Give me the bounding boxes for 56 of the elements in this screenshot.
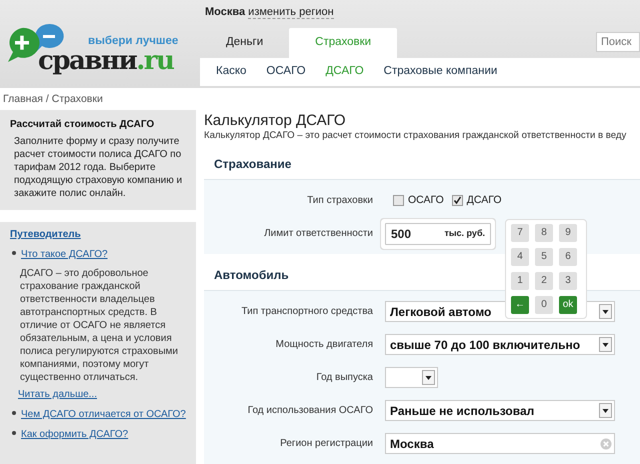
- digit-key[interactable]: 8: [535, 224, 553, 242]
- bullet-icon: [12, 411, 16, 416]
- checkbox[interactable]: [452, 195, 463, 206]
- digit-key[interactable]: 7: [511, 224, 529, 242]
- subnav-link[interactable]: ОСАГО: [256, 63, 316, 81]
- field-label: Тип страховки: [306, 194, 374, 208]
- ok-key[interactable]: ok: [559, 296, 577, 314]
- page-subtitle: Калькулятор ДСАГО – это расчет стоимости страхования гражданской ответственности в веду: [204, 129, 628, 143]
- logo-text[interactable]: сравни.ru: [38, 50, 174, 72]
- digit-key[interactable]: 0: [535, 296, 553, 314]
- select-field[interactable]: [385, 367, 438, 388]
- bullet-icon: [12, 431, 16, 436]
- region-city: Москва: [205, 6, 246, 18]
- digit-key[interactable]: 5: [535, 248, 553, 266]
- field-label: Год использования ОСАГО: [246, 404, 374, 418]
- promo-text: Заполните форму и сразу получите расчет стоимости полиса ДСАГО по тарифам 2012 года. Выберите подходящую страховую компанию и закажите полис онлайн.: [13, 135, 184, 200]
- field-label: Год выпуска: [315, 371, 374, 386]
- digit-key[interactable]: 3: [559, 272, 577, 290]
- subnav-link[interactable]: Страховые компании: [374, 63, 508, 81]
- field-label: Тип транспортного средства: [240, 305, 374, 320]
- field-label: Регион регистрации: [279, 437, 374, 452]
- guide-text: ДСАГО – это добровольное страхование гражданской ответственности владельцев автотранспортных средств. В отличие от ОСАГО не является обязательным, а цена и условия полиса регулируются страховыми компаниями, поэтому могут существенно отличаться.: [19, 267, 179, 384]
- subnav-link[interactable]: ДСАГО: [316, 63, 374, 81]
- digit-key[interactable]: 6: [559, 248, 577, 266]
- unit-label: тыс. руб.: [444, 227, 485, 240]
- nav-tab[interactable]: Деньги: [200, 28, 290, 58]
- digit-key[interactable]: 1: [511, 272, 529, 290]
- subnav-link[interactable]: Каско: [206, 63, 256, 81]
- region-field[interactable]: Москва: [385, 433, 615, 454]
- limit-value: 500: [391, 226, 412, 243]
- breadcrumb-link[interactable]: Главная: [3, 93, 43, 105]
- logo-tagline: выбери лучшее: [88, 35, 178, 48]
- guide-title-link[interactable]: Путеводитель: [10, 229, 81, 240]
- field-label: Мощность двигателя: [274, 338, 374, 352]
- checkbox-label: ДСАГО: [466, 193, 502, 208]
- checkbox-label: ОСАГО: [408, 193, 444, 208]
- guide-link[interactable]: Чем ДСАГО отличается от ОСАГО?: [21, 409, 186, 420]
- read-more-link[interactable]: Читать дальше...: [18, 389, 97, 400]
- change-region-link[interactable]: изменить регион: [248, 6, 334, 19]
- digit-key[interactable]: 2: [535, 272, 553, 290]
- select-field[interactable]: свыше 70 до 100 включительно: [385, 334, 615, 356]
- field-label: Лимит ответственности: [263, 227, 374, 242]
- digit-key[interactable]: 9: [559, 224, 577, 242]
- search-field[interactable]: Поиск: [596, 32, 640, 52]
- checkbox[interactable]: [393, 195, 404, 206]
- bullet-icon: [12, 251, 16, 256]
- nav-tab[interactable]: Страховки: [289, 28, 398, 58]
- select-field[interactable]: Раньше не использовал: [385, 400, 615, 422]
- guide-link[interactable]: Что такое ДСАГО?: [21, 249, 108, 260]
- digit-key[interactable]: 4: [511, 248, 529, 266]
- breadcrumb-link[interactable]: Страховки: [52, 93, 103, 105]
- guide-link[interactable]: Как оформить ДСАГО?: [21, 429, 128, 440]
- page-title: Калькулятор ДСАГО: [204, 112, 347, 129]
- promo-title: Рассчитай стоимость ДСАГО: [10, 118, 156, 131]
- backspace-key[interactable]: ←: [511, 296, 529, 314]
- breadcrumb-separator: /: [46, 93, 49, 105]
